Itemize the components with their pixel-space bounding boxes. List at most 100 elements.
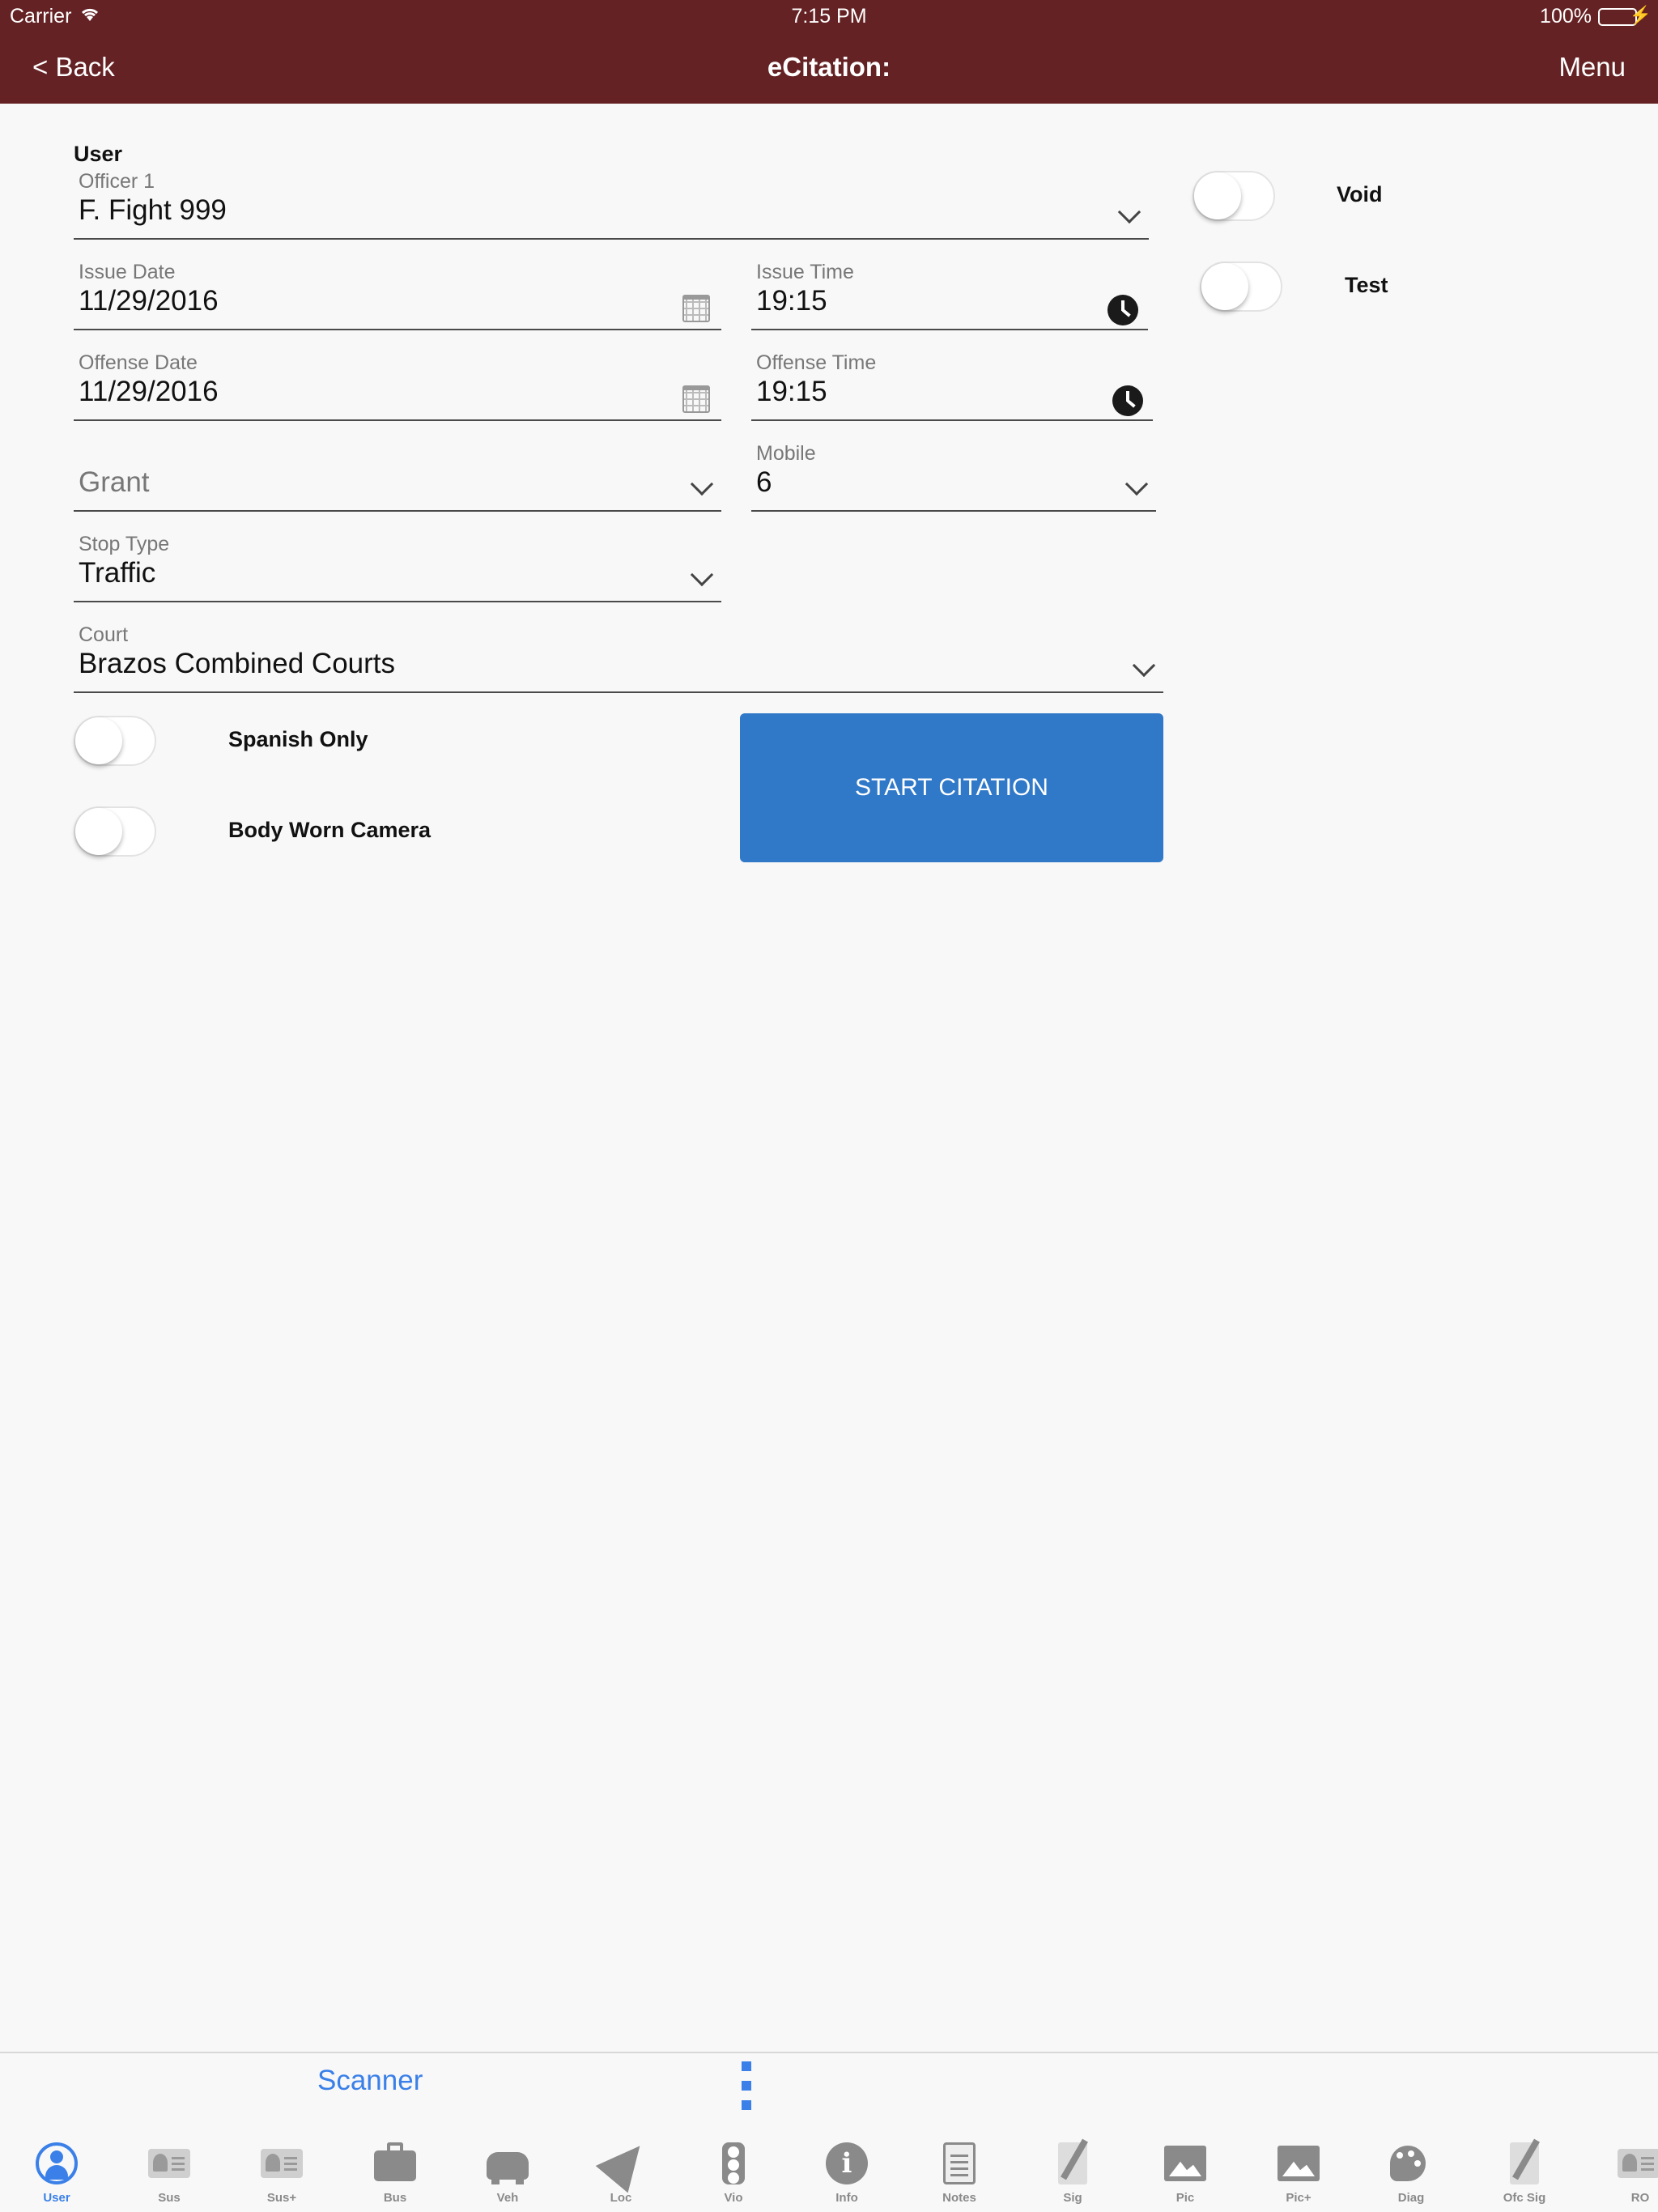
tab-label: Diag	[1397, 2191, 1425, 2205]
tab-label: Info	[835, 2191, 858, 2205]
offense-time-value: 19:15	[756, 376, 827, 407]
officer-select[interactable]: Officer 1 F. Fight 999	[74, 170, 1149, 240]
void-toggle[interactable]	[1192, 171, 1275, 221]
stop-type-select[interactable]: Stop Type Traffic	[74, 533, 721, 602]
tab-ro[interactable]: RO	[1588, 2126, 1658, 2212]
status-bar: Carrier 7:15 PM 100% ⚡	[0, 0, 1658, 32]
tab-label: Veh	[496, 2191, 519, 2205]
court-select[interactable]: Court Brazos Combined Courts	[74, 623, 1163, 693]
chevron-down-icon	[1132, 653, 1156, 678]
officer-value: F. Fight 999	[79, 194, 227, 226]
start-citation-button[interactable]: START CITATION	[740, 713, 1163, 862]
charging-icon: ⚡	[1629, 5, 1652, 25]
tab-label: Bus	[383, 2191, 407, 2205]
test-toggle[interactable]	[1200, 262, 1282, 312]
tab-notes[interactable]: Notes	[911, 2126, 1008, 2212]
court-label: Court	[79, 623, 129, 646]
picture-icon	[1164, 2146, 1206, 2181]
offense-date-value: 11/29/2016	[79, 376, 219, 407]
signature-icon	[1510, 2142, 1539, 2184]
tab-label: Sig	[1063, 2191, 1082, 2205]
menu-button[interactable]: Menu	[1558, 52, 1626, 83]
mobile-select[interactable]: Mobile 6	[751, 442, 1156, 512]
court-value: Brazos Combined Courts	[79, 648, 395, 679]
tab-pic-plus[interactable]: Pic+	[1250, 2126, 1347, 2212]
stop-type-value: Traffic	[79, 557, 156, 589]
tab-bus[interactable]: Bus	[346, 2126, 444, 2212]
test-label: Test	[1345, 273, 1388, 297]
header-bar: Carrier 7:15 PM 100% ⚡ < Back eCitation:…	[0, 0, 1658, 104]
info-icon: i	[826, 2142, 868, 2184]
id-card-icon	[1618, 2149, 1658, 2178]
tab-label: RO	[1630, 2191, 1650, 2205]
tab-label: Loc	[610, 2191, 632, 2205]
tab-label: Pic+	[1286, 2191, 1312, 2205]
offense-date-field[interactable]: Offense Date 11/29/2016	[74, 351, 721, 421]
tab-info[interactable]: i Info	[798, 2126, 895, 2212]
calendar-icon[interactable]	[682, 385, 710, 413]
offense-time-field[interactable]: Offense Time 19:15	[751, 351, 1153, 421]
body-worn-camera-toggle[interactable]	[74, 806, 156, 857]
tab-label: Sus	[158, 2191, 181, 2205]
chevron-down-icon	[690, 563, 714, 587]
tab-user[interactable]: User	[8, 2126, 105, 2212]
stop-type-label: Stop Type	[79, 533, 170, 555]
picture-icon	[1278, 2146, 1320, 2181]
battery-percent: 100%	[1540, 5, 1592, 28]
chevron-down-icon	[690, 472, 714, 496]
scanner-bar: Scanner	[0, 2052, 1658, 2126]
location-arrow-icon	[595, 2132, 657, 2193]
offense-time-label: Offense Time	[756, 351, 877, 374]
issue-date-value: 11/29/2016	[79, 285, 219, 317]
tab-sus-plus[interactable]: Sus+	[233, 2126, 330, 2212]
tab-vio[interactable]: Vio	[685, 2126, 782, 2212]
grant-placeholder: Grant	[79, 466, 150, 498]
issue-time-value: 19:15	[756, 285, 827, 317]
tab-diag[interactable]: Diag	[1363, 2126, 1460, 2212]
officer-label: Officer 1	[79, 170, 155, 193]
tab-veh[interactable]: Veh	[459, 2126, 556, 2212]
spanish-only-toggle[interactable]	[74, 716, 156, 766]
palette-icon	[1390, 2146, 1426, 2181]
clock-icon[interactable]	[1112, 385, 1143, 416]
tab-pic[interactable]: Pic	[1137, 2126, 1234, 2212]
tab-sig[interactable]: Sig	[1024, 2126, 1121, 2212]
issue-time-label: Issue Time	[756, 261, 854, 283]
briefcase-icon	[374, 2142, 416, 2181]
signature-icon	[1058, 2142, 1087, 2184]
section-title: User	[74, 142, 123, 166]
tab-sus[interactable]: Sus	[121, 2126, 218, 2212]
tab-bar: User Sus Sus+ Bus Veh Loc Vio i Info Not…	[0, 2126, 1658, 2212]
status-time: 7:15 PM	[791, 5, 867, 28]
tab-ofc-sig[interactable]: Ofc Sig	[1476, 2126, 1573, 2212]
tab-label: User	[43, 2191, 70, 2205]
chevron-down-icon	[1124, 472, 1149, 496]
clock-icon[interactable]	[1107, 295, 1138, 325]
tab-label: Notes	[942, 2191, 976, 2205]
issue-time-field[interactable]: Issue Time 19:15	[751, 261, 1148, 330]
tab-label: Vio	[724, 2191, 743, 2205]
tab-loc[interactable]: Loc	[572, 2126, 670, 2212]
issue-date-field[interactable]: Issue Date 11/29/2016	[74, 261, 721, 330]
more-options-icon[interactable]	[742, 2061, 751, 2110]
void-label: Void	[1337, 182, 1383, 206]
body-worn-camera-label: Body Worn Camera	[228, 818, 432, 842]
page-title: eCitation:	[767, 52, 891, 82]
car-icon	[487, 2152, 529, 2184]
offense-date-label: Offense Date	[79, 351, 198, 374]
calendar-icon[interactable]	[682, 295, 710, 322]
user-icon	[36, 2142, 78, 2184]
mobile-value: 6	[756, 466, 772, 498]
id-card-icon	[261, 2149, 303, 2178]
traffic-light-icon	[722, 2142, 745, 2184]
mobile-label: Mobile	[756, 442, 816, 465]
scanner-button[interactable]: Scanner	[317, 2065, 423, 2097]
grant-select[interactable]: Grant	[74, 442, 721, 512]
tab-label: Ofc Sig	[1503, 2191, 1546, 2205]
tab-label: Sus+	[266, 2191, 297, 2205]
notes-icon	[943, 2142, 976, 2184]
tab-label: Pic	[1175, 2191, 1195, 2205]
spanish-only-label: Spanish Only	[228, 727, 368, 751]
chevron-down-icon	[1117, 200, 1141, 224]
id-card-icon	[148, 2149, 190, 2178]
